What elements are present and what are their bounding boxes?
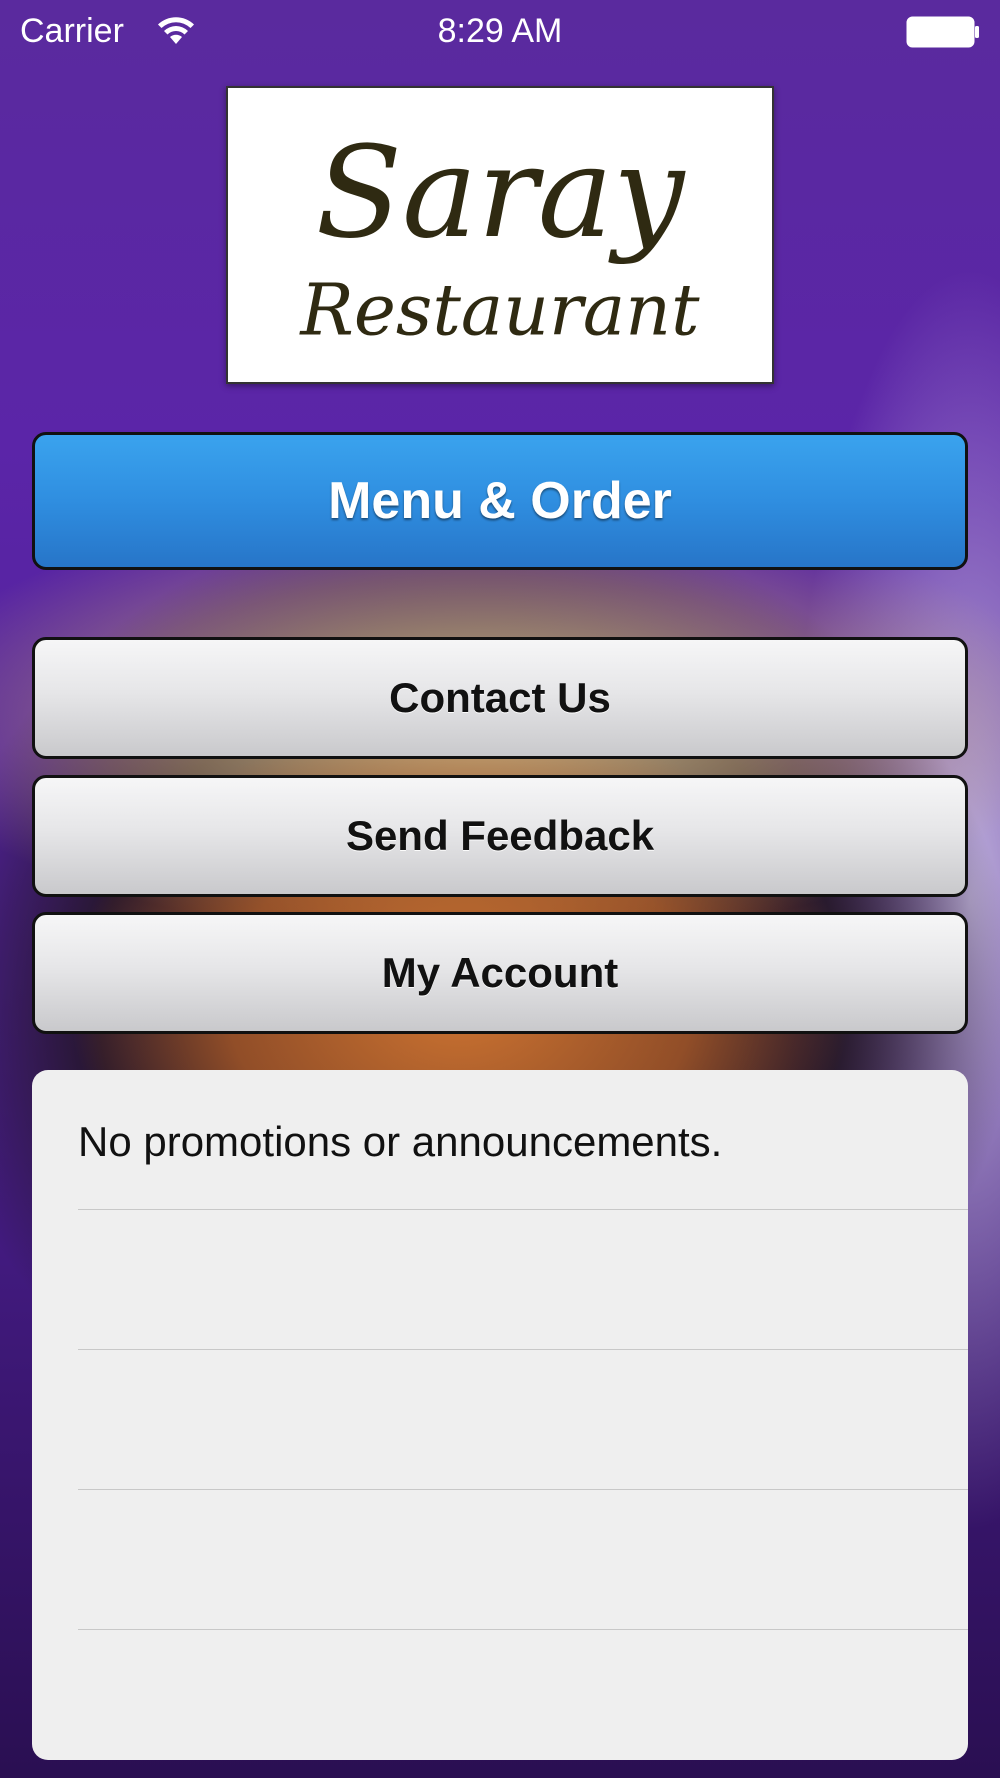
contact-us-label: Contact Us [389, 674, 611, 721]
contact-us-button[interactable]: Contact Us [32, 637, 968, 759]
my-account-button[interactable]: My Account [32, 912, 968, 1034]
send-feedback-label: Send Feedback [345, 812, 655, 859]
my-account-label: My Account [381, 949, 619, 996]
logo-line-1: Saray [316, 119, 686, 266]
battery-icon [906, 16, 979, 48]
app-screen: Carrier 8:29 AM Saray Restaurant Menu & … [0, 0, 1000, 1778]
promotion-row: No promotions or announcements. [78, 1070, 968, 1210]
clock: 8:29 AM [437, 12, 563, 50]
menu-order-button[interactable]: Menu & Order [32, 432, 968, 570]
promotion-row [78, 1490, 968, 1630]
logo-artwork: Saray Restaurant [298, 119, 700, 352]
send-feedback-button[interactable]: Send Feedback [32, 775, 968, 897]
menu-order-label: Menu & Order [328, 472, 672, 530]
promotion-row [78, 1210, 968, 1350]
restaurant-logo: Saray Restaurant [226, 86, 774, 384]
status-bar: Carrier 8:29 AM [0, 0, 1000, 66]
promotion-row [78, 1350, 968, 1490]
promotion-text: No promotions or announcements. [78, 1118, 723, 1165]
logo-line-2: Restaurant [298, 269, 700, 352]
promotions-list[interactable]: No promotions or announcements. [32, 1070, 968, 1760]
